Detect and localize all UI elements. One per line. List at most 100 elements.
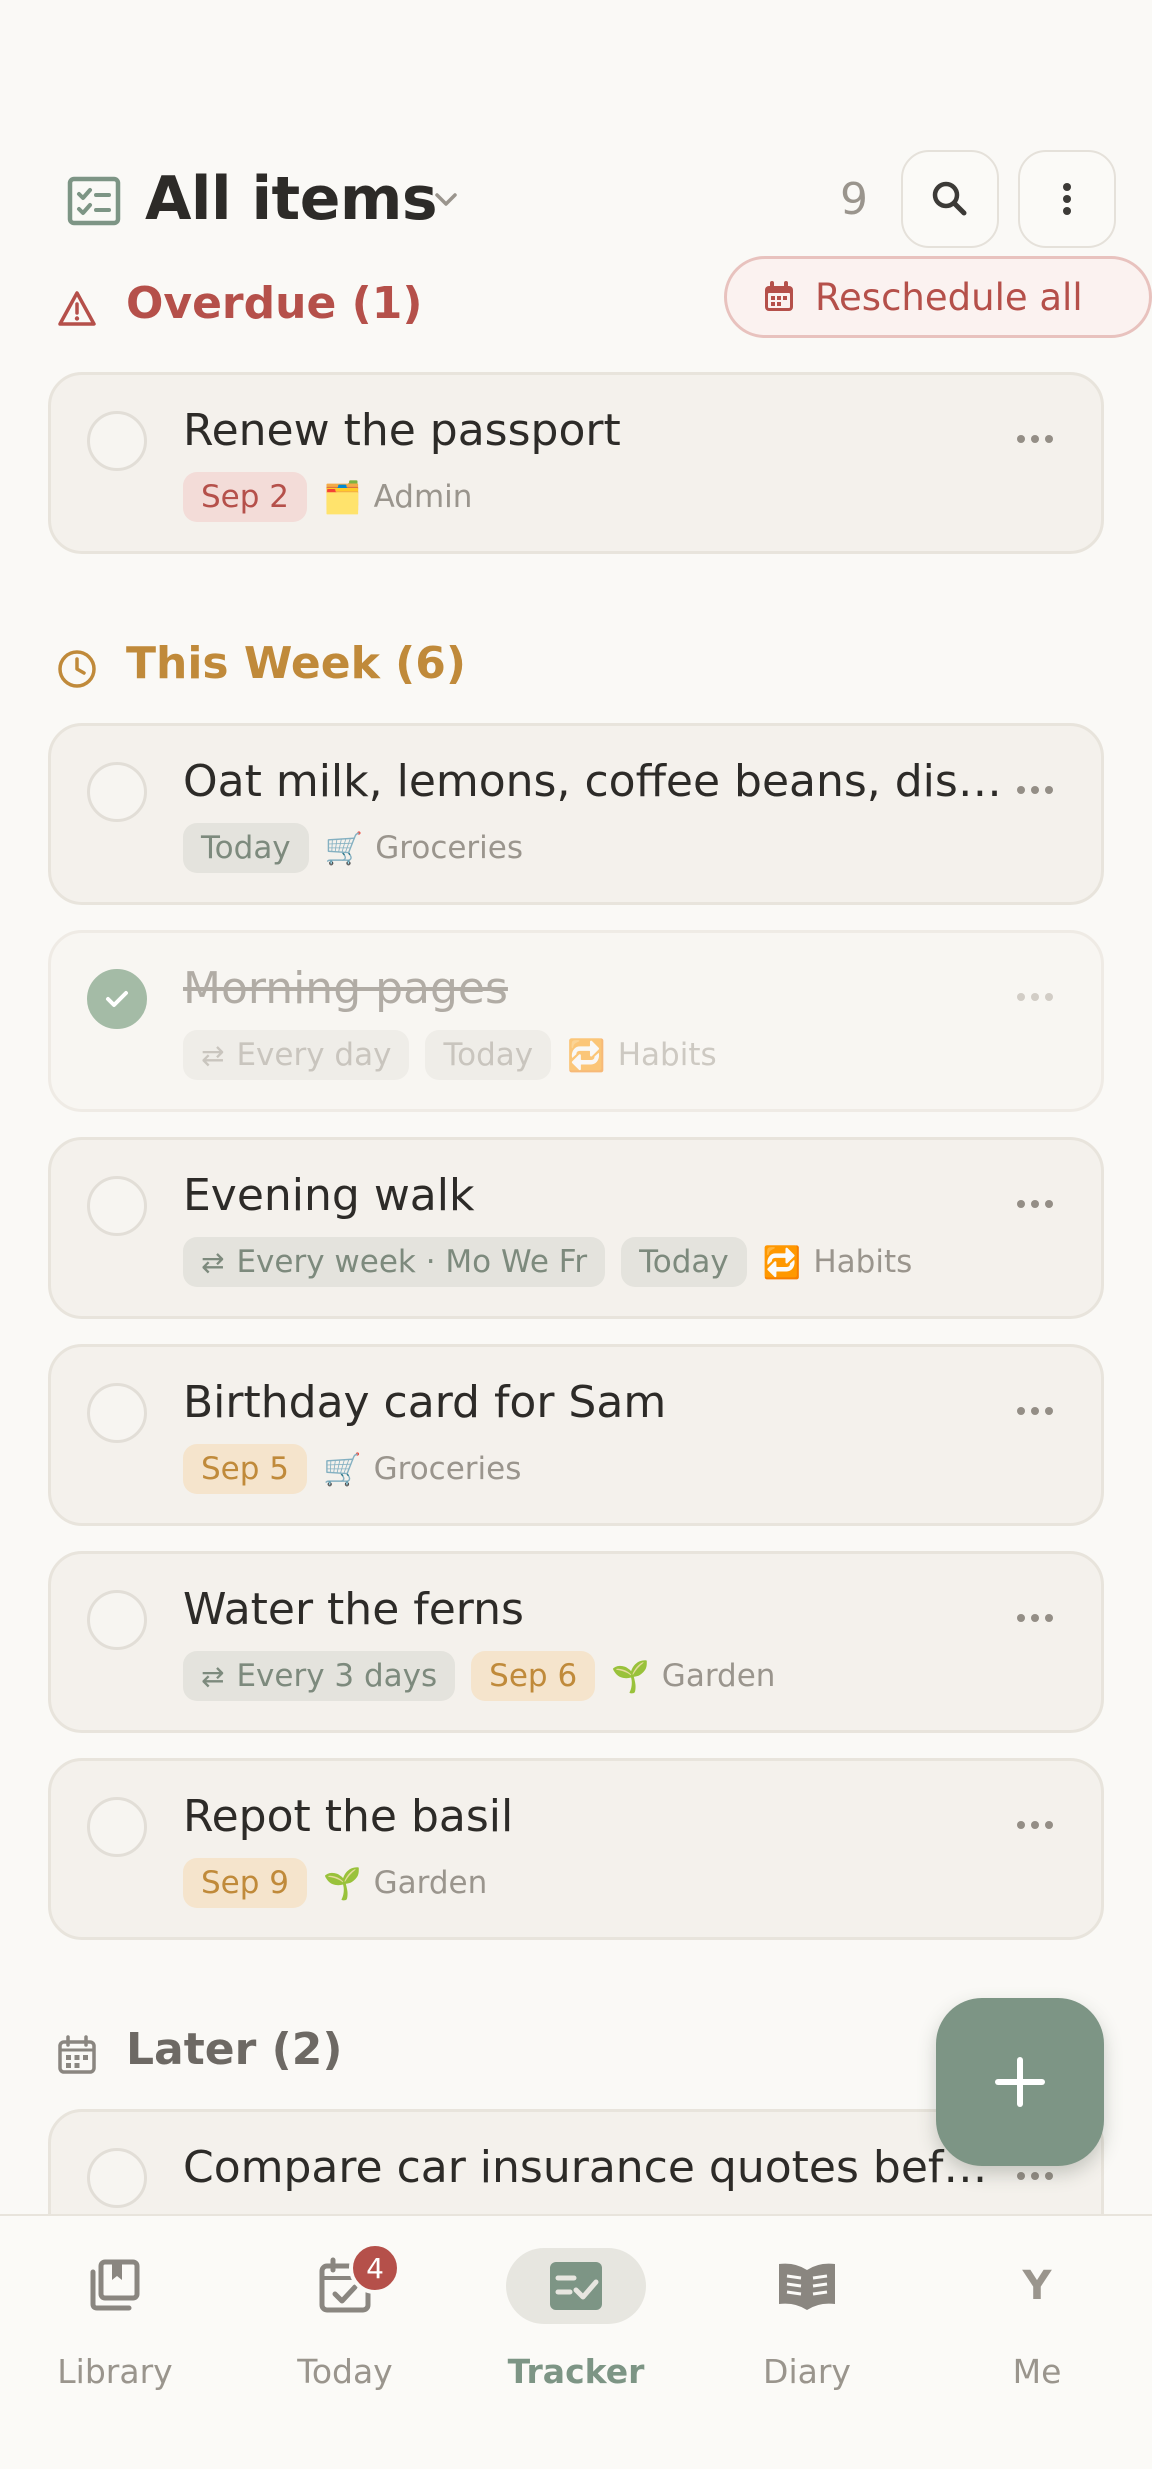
task-checkbox[interactable] [87, 2148, 147, 2208]
list-tag[interactable]: 🗂️ Admin [323, 479, 472, 516]
search-icon [932, 181, 967, 216]
list-name: Habits [813, 1244, 913, 1280]
task-title: Birthday card for Sam [183, 1377, 667, 1428]
repeat-icon: ⇄ [201, 1245, 225, 1279]
item-count: 9 [840, 174, 868, 225]
task-title: Renew the passport [183, 405, 621, 456]
reschedule-all-button[interactable]: Reschedule all [724, 256, 1152, 338]
seedling-icon: 🌱 [323, 1865, 362, 1902]
task-meta: ⇄ Every 3 days Sep 6 🌱 Garden [183, 1650, 775, 1702]
repeat-chip: ⇄ Every 3 days [183, 1651, 456, 1701]
nav-item-tracker[interactable]: Tracker [476, 2248, 676, 2408]
cart-icon: 🛒 [324, 830, 364, 867]
task-checkbox[interactable] [87, 1590, 147, 1650]
task-title: Oat milk, lemons, coffee beans, dish soa… [183, 756, 1013, 807]
task-more-button[interactable] [1003, 1399, 1067, 1423]
task-card[interactable]: Birthday card for Sam Sep 5 🛒 Groceries [48, 1344, 1104, 1526]
task-meta: Sep 2 🗂️ Admin [183, 471, 472, 523]
library-icon [90, 2259, 140, 2311]
list-name: Garden [373, 1865, 488, 1901]
task-more-button[interactable] [1003, 778, 1067, 802]
list-name: Garden [661, 1658, 776, 1694]
more-vertical-icon [1063, 183, 1071, 215]
more-options-button[interactable] [1018, 150, 1116, 248]
due-date-chip: Today [621, 1237, 747, 1287]
habit-loop-icon: 🔁 [567, 1037, 606, 1074]
seedling-icon: 🌱 [611, 1658, 650, 1695]
nav-item-diary[interactable]: Diary [707, 2248, 907, 2408]
repeat-icon: ⇄ [201, 1038, 225, 1072]
task-checkbox[interactable] [87, 969, 147, 1029]
task-card[interactable]: Evening walk ⇄ Every week · Mo We Fr Tod… [48, 1137, 1104, 1319]
nav-item-me[interactable]: Y Me [937, 2248, 1137, 2408]
list-tag[interactable]: 🌱 Garden [611, 1658, 775, 1695]
nav-item-library[interactable]: Library [15, 2248, 215, 2408]
list-tag[interactable]: 🛒 Groceries [325, 830, 523, 867]
list-name: Habits [617, 1037, 717, 1073]
due-date-chip: Sep 6 [471, 1651, 596, 1701]
section-this-week: This Week (6) [54, 638, 1104, 698]
task-title: Morning pages [183, 963, 508, 1014]
avatar: Y [1022, 2263, 1052, 2309]
nav-label: Diary [763, 2352, 851, 2391]
list-name: Admin [373, 479, 473, 515]
repeat-chip: ⇄ Every week · Mo We Fr [183, 1237, 606, 1287]
checklist-icon [67, 176, 121, 226]
list-tag[interactable]: 🛒 Groceries [323, 1451, 521, 1488]
task-checkbox[interactable] [87, 1797, 147, 1857]
nav-item-today[interactable]: 4 Today [245, 2242, 445, 2408]
search-button[interactable] [901, 150, 999, 248]
task-card[interactable]: Oat milk, lemons, coffee beans, dish soa… [48, 723, 1104, 905]
task-checkbox[interactable] [87, 1176, 147, 1236]
task-title: Water the ferns [183, 1584, 524, 1635]
list-tag[interactable]: 🔁 Habits [567, 1037, 717, 1074]
checkmark-icon [106, 991, 128, 1007]
task-card[interactable]: Renew the passport Sep 2 🗂️ Admin [48, 372, 1104, 554]
page-title[interactable]: All items [145, 164, 438, 234]
add-item-button[interactable] [936, 1998, 1104, 2166]
due-date-chip: Sep 5 [183, 1444, 308, 1494]
chevron-down-icon[interactable] [428, 182, 464, 218]
habit-loop-icon: 🔁 [762, 1244, 802, 1281]
repeat-label: Every 3 days [236, 1658, 438, 1694]
section-title-this-week: This Week (6) [126, 638, 466, 689]
repeat-label: Every week · Mo We Fr [236, 1244, 588, 1280]
task-card[interactable]: Water the ferns ⇄ Every 3 days Sep 6 🌱 G… [48, 1551, 1104, 1733]
nav-label: Me [1012, 2352, 1062, 2391]
nav-label: Tracker [507, 2352, 645, 2391]
task-more-button[interactable] [1003, 1606, 1067, 1630]
calendar-icon [765, 281, 793, 311]
task-meta: ⇄ Every week · Mo We Fr Today 🔁 Habits [183, 1236, 912, 1288]
list-tag[interactable]: 🌱 Garden [323, 1865, 487, 1902]
plus-icon [995, 2057, 1045, 2107]
notification-badge: 4 [349, 2242, 401, 2294]
task-checkbox[interactable] [87, 411, 147, 471]
list-name: Groceries [373, 1451, 522, 1487]
reschedule-all-label: Reschedule all [815, 275, 1083, 319]
calendar-icon [58, 2035, 96, 2074]
task-card[interactable]: Morning pages ⇄ Every day Today 🔁 Habits [48, 930, 1104, 1112]
task-title: Repot the basil [183, 1791, 514, 1842]
task-checkbox[interactable] [87, 762, 147, 822]
task-meta: Sep 9 🌱 Garden [183, 1857, 487, 1909]
task-meta: Sep 5 🛒 Groceries [183, 1443, 521, 1495]
repeat-chip: ⇄ Every day [183, 1030, 410, 1080]
task-more-button[interactable] [1003, 427, 1067, 451]
task-title: Compare car insurance quotes before rene… [183, 2142, 1013, 2193]
task-title: Evening walk [183, 1170, 475, 1221]
task-meta: ⇄ Every day Today 🔁 Habits [183, 1029, 717, 1081]
clock-icon [58, 650, 96, 688]
header-bar: All items 9 [0, 150, 1152, 250]
nav-label: Today [297, 2352, 393, 2391]
cart-icon: 🛒 [323, 1451, 362, 1488]
task-more-button[interactable] [1003, 1813, 1067, 1837]
due-date-chip: Today [183, 823, 309, 873]
task-more-button[interactable] [1003, 985, 1067, 1009]
repeat-label: Every day [236, 1037, 392, 1073]
list-tag[interactable]: 🔁 Habits [763, 1244, 913, 1281]
due-date-chip: Today [425, 1030, 552, 1080]
task-more-button[interactable] [1003, 1192, 1067, 1216]
task-more-button[interactable] [1003, 2164, 1067, 2188]
task-card[interactable]: Repot the basil Sep 9 🌱 Garden [48, 1758, 1104, 1940]
task-checkbox[interactable] [87, 1383, 147, 1443]
